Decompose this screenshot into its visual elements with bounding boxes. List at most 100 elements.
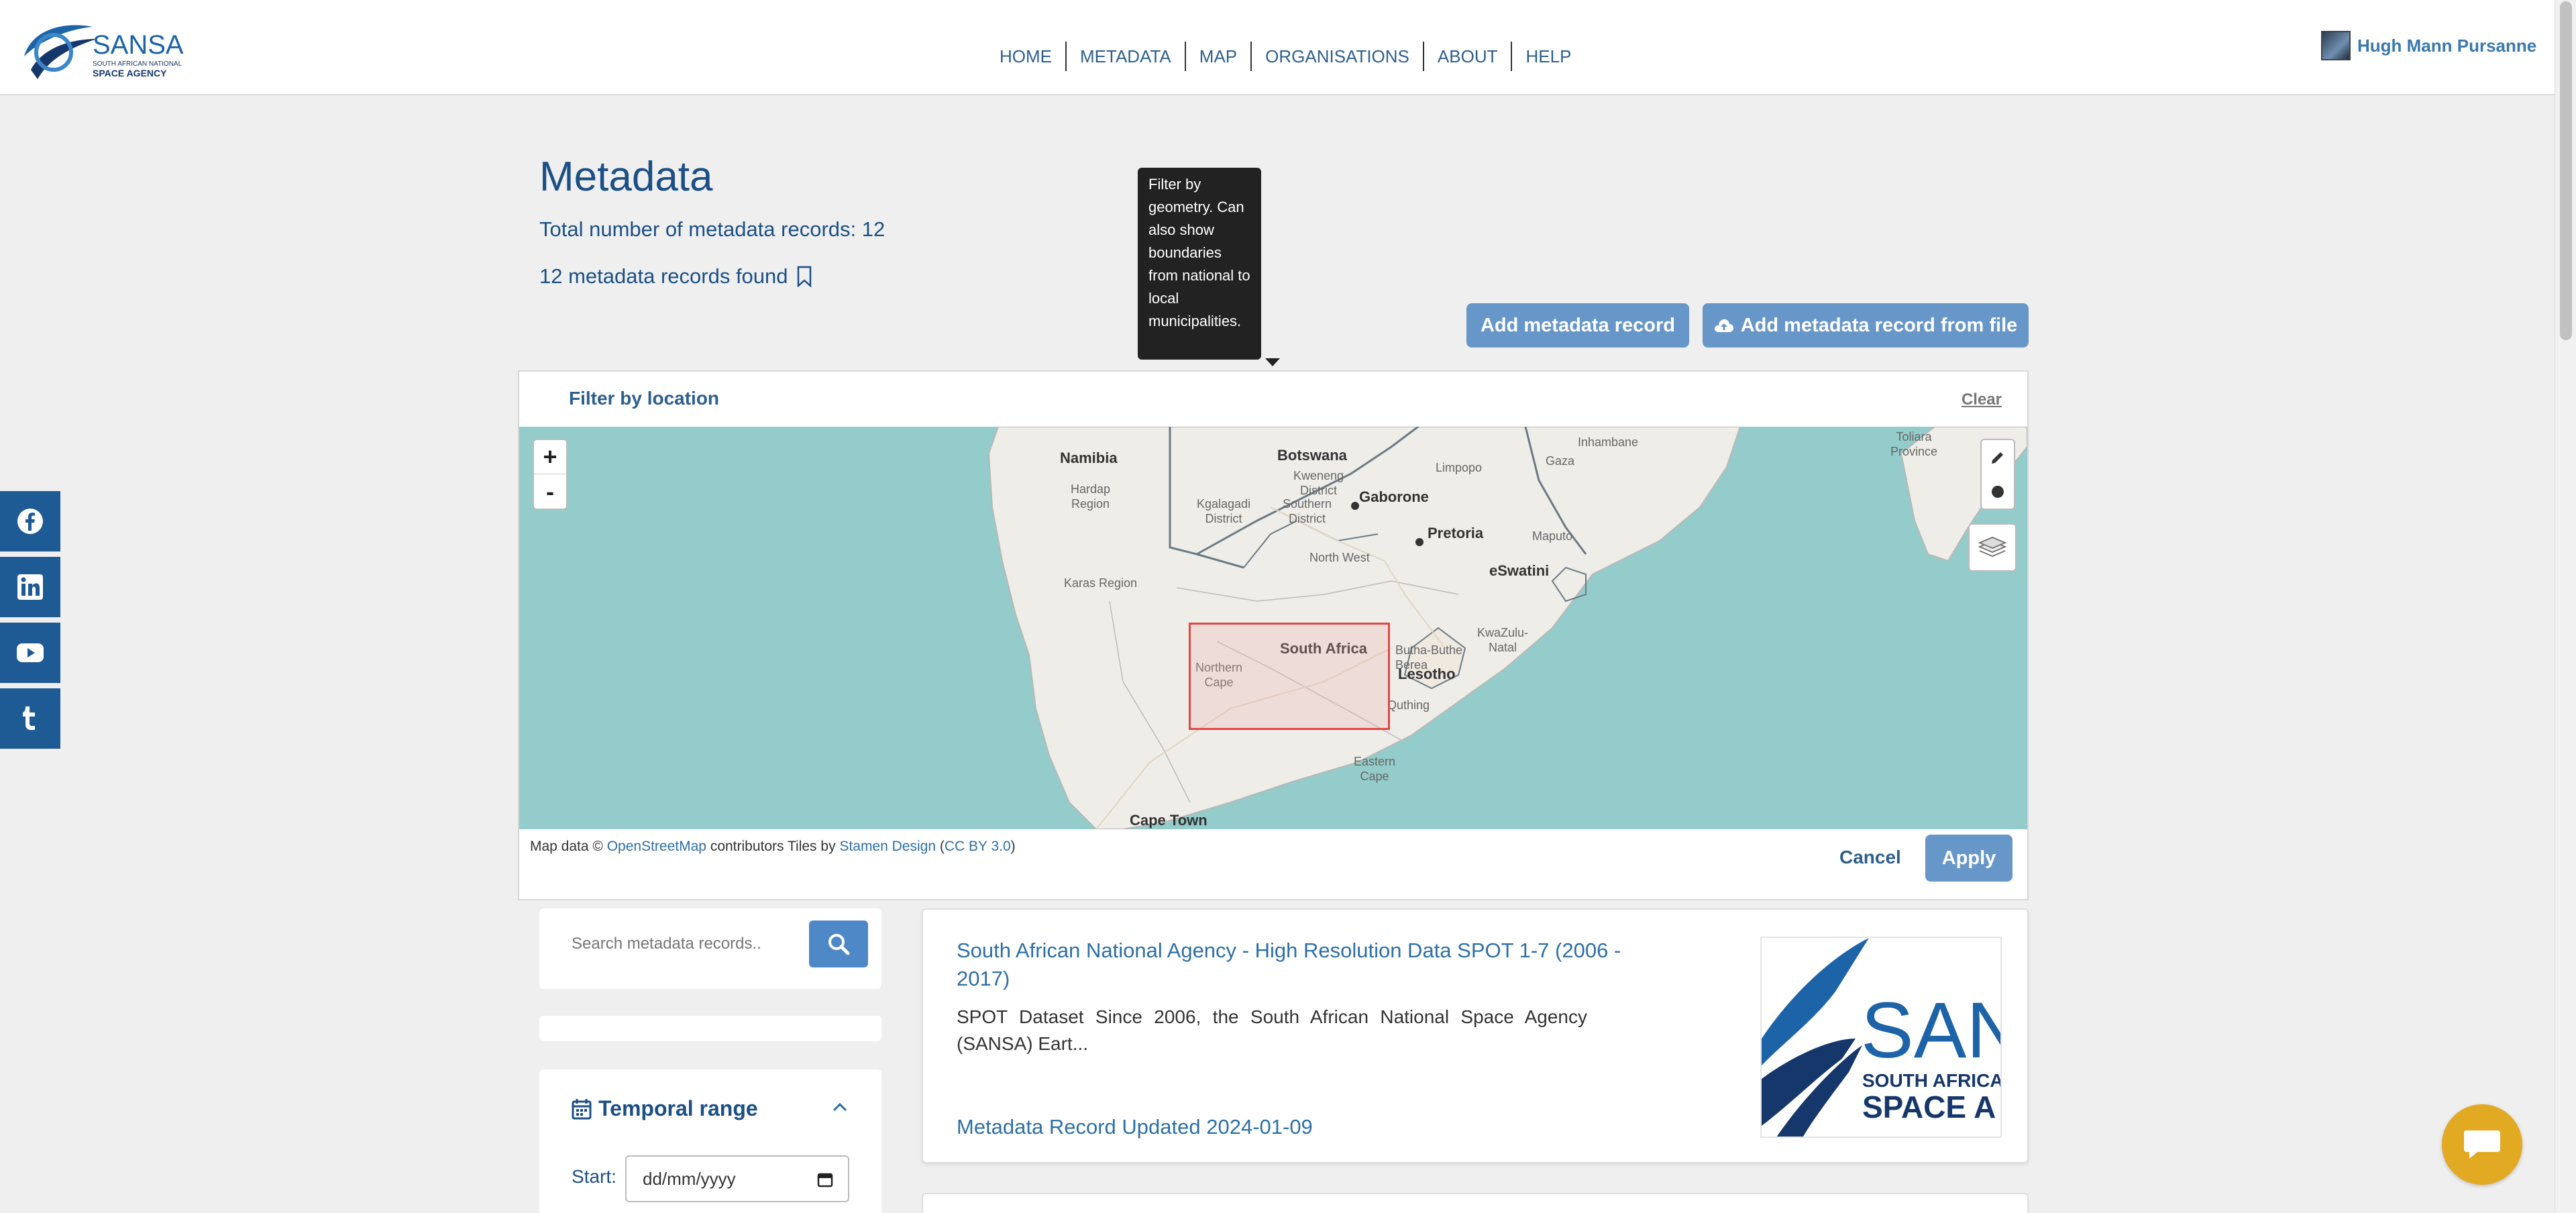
map-label-quthing: Quthing [1387,698,1430,712]
filter-title: Filter by location [569,388,720,409]
search-input[interactable] [555,922,784,966]
temporal-range-title: Temporal range [598,1096,758,1120]
selected-bounding-box[interactable] [1189,623,1390,730]
draw-polygon-button[interactable] [1982,440,2014,474]
search-card [539,908,881,989]
chat-icon [2464,1130,2500,1159]
main-nav: HOME METADATA MAP ORGANISATIONS ABOUT HE… [986,42,1585,71]
nav-help[interactable]: HELP [1512,42,1585,71]
facebook-icon [17,509,43,534]
search-icon [828,934,850,955]
youtube-link[interactable] [0,623,60,683]
map-label-botswana: Botswana [1277,447,1347,464]
location-filter-panel: Filter by location Clear Namibia Botswan… [518,370,2029,900]
sansa-logo[interactable]: SANSA SOUTH AFRICAN NATIONAL SPACE AGENC… [19,15,186,82]
result-card-next [922,1193,2029,1213]
user-menu[interactable]: Hugh Mann Pursanne [2321,31,2536,60]
nav-home[interactable]: HOME [986,42,1067,71]
start-date-input[interactable]: dd/mm/yyyy [625,1155,849,1202]
map-label-kweneng: Kweneng District [1293,469,1344,497]
avatar [2321,31,2351,60]
svg-text:SANSA: SANSA [93,30,184,60]
zoom-control: + - [533,439,568,510]
layers-button[interactable] [1968,523,2017,572]
chat-button[interactable] [2442,1104,2522,1185]
nav-organisations[interactable]: ORGANISATIONS [1252,42,1424,71]
cancel-button[interactable]: Cancel [1839,847,1901,868]
map-label-north-west: North West [1309,551,1370,564]
linkedin-link[interactable] [0,557,60,617]
add-from-file-button[interactable]: Add metadata record from file [1703,303,2029,348]
nav-about[interactable]: ABOUT [1424,42,1513,71]
nav-metadata[interactable]: METADATA [1067,42,1186,71]
circle-icon [1992,485,2004,498]
pencil-icon [1992,452,2003,464]
scrollbar-thumb[interactable] [2560,1,2572,340]
records-found-label: 12 metadata records found [539,264,788,288]
start-label: Start: [572,1166,616,1187]
map-label-cape-town: Cape Town [1130,812,1208,829]
svg-text:SOUTH AFRICA: SOUTH AFRICA [1862,1070,2002,1091]
page-title: Metadata [539,154,713,200]
cloud-upload-icon [1714,319,1733,332]
result-description: SPOT Dataset Since 2006, the South Afric… [957,1006,1587,1054]
map-label-namibia: Namibia [1060,450,1118,466]
add-from-file-label: Add metadata record from file [1740,314,2018,336]
geometry-tooltip: Filter by geometry. Can also show bounda… [1138,168,1261,360]
map-label-limpopo: Limpopo [1436,461,1483,474]
filter-map[interactable]: Namibia Botswana Gaborone Pretoria eSwat… [519,427,2027,829]
result-title[interactable]: South African National Agency - High Res… [957,937,1654,993]
zoom-in-button[interactable]: + [534,440,566,474]
search-button[interactable] [809,920,868,967]
facebook-link[interactable] [0,491,60,551]
map-label-gaborone: Gaborone [1359,488,1429,505]
zoom-out-button[interactable]: - [534,474,566,509]
date-picker-icon[interactable] [817,1171,833,1188]
records-found: 12 metadata records found [539,264,812,288]
map-label-butha: Butha-Buthe [1395,643,1463,657]
temporal-range-header[interactable]: Temporal range [572,1096,758,1121]
clear-filter-link[interactable]: Clear [1962,390,2002,409]
svg-text:SPACE A: SPACE A [1862,1090,1996,1124]
license-link[interactable]: CC BY 3.0 [945,839,1011,854]
page-scrollbar[interactable] [2555,0,2576,1213]
map-label-toliara: Toliara Province [1890,430,1938,458]
layers-icon [1978,536,2007,558]
map-attribution: Map data © OpenStreetMap contributors Ti… [530,839,1016,854]
map-label-kgalagadi: Kgalagadi District [1197,497,1251,525]
apply-button[interactable]: Apply [1925,835,2012,882]
tumblr-icon [23,706,35,730]
svg-text:SPACE AGENCY: SPACE AGENCY [93,68,167,78]
add-metadata-button[interactable]: Add metadata record [1466,303,1689,348]
total-records: Total number of metadata records: 12 [539,217,885,241]
map-label-berea: Berea [1395,658,1428,672]
map-label-eastern-cape: Eastern Cape [1354,755,1396,783]
result-thumbnail[interactable]: SAN SOUTH AFRICA SPACE A [1760,937,2002,1138]
linkedin-icon [17,574,43,600]
start-date-value: dd/mm/yyyy [643,1168,736,1189]
osm-link[interactable]: OpenStreetMap [607,839,706,854]
map-label-inhambane: Inhambane [1578,435,1639,449]
result-updated[interactable]: Metadata Record Updated 2024-01-09 [957,1115,1313,1139]
map-label-karas: Karas Region [1064,576,1138,590]
svg-text:SAN: SAN [1861,986,2002,1075]
youtube-icon [17,643,44,662]
nav-map[interactable]: MAP [1186,42,1252,71]
bookmark-icon[interactable] [796,266,812,287]
attribution-mid: contributors Tiles by [710,839,836,854]
map-label-eswatini: eSwatini [1489,562,1550,579]
calendar-icon [572,1098,592,1119]
draw-point-button[interactable] [1982,474,2014,509]
map-label-pretoria: Pretoria [1428,525,1484,541]
user-name: Hugh Mann Pursanne [2357,35,2537,56]
map-label-hardap: Hardap Region [1071,482,1111,511]
empty-filter-card [539,1016,881,1041]
map-label-gaza: Gaza [1546,454,1575,468]
sansa-logo-thumbnail: SAN SOUTH AFRICA SPACE A [1762,938,2002,1137]
stamen-link[interactable]: Stamen Design [839,839,936,854]
tumblr-link[interactable] [0,688,60,749]
result-card: South African National Agency - High Res… [922,908,2029,1163]
map-label-maputo: Maputo [1532,529,1573,543]
chevron-up-icon[interactable] [832,1102,848,1112]
tooltip-arrow [1265,358,1280,366]
